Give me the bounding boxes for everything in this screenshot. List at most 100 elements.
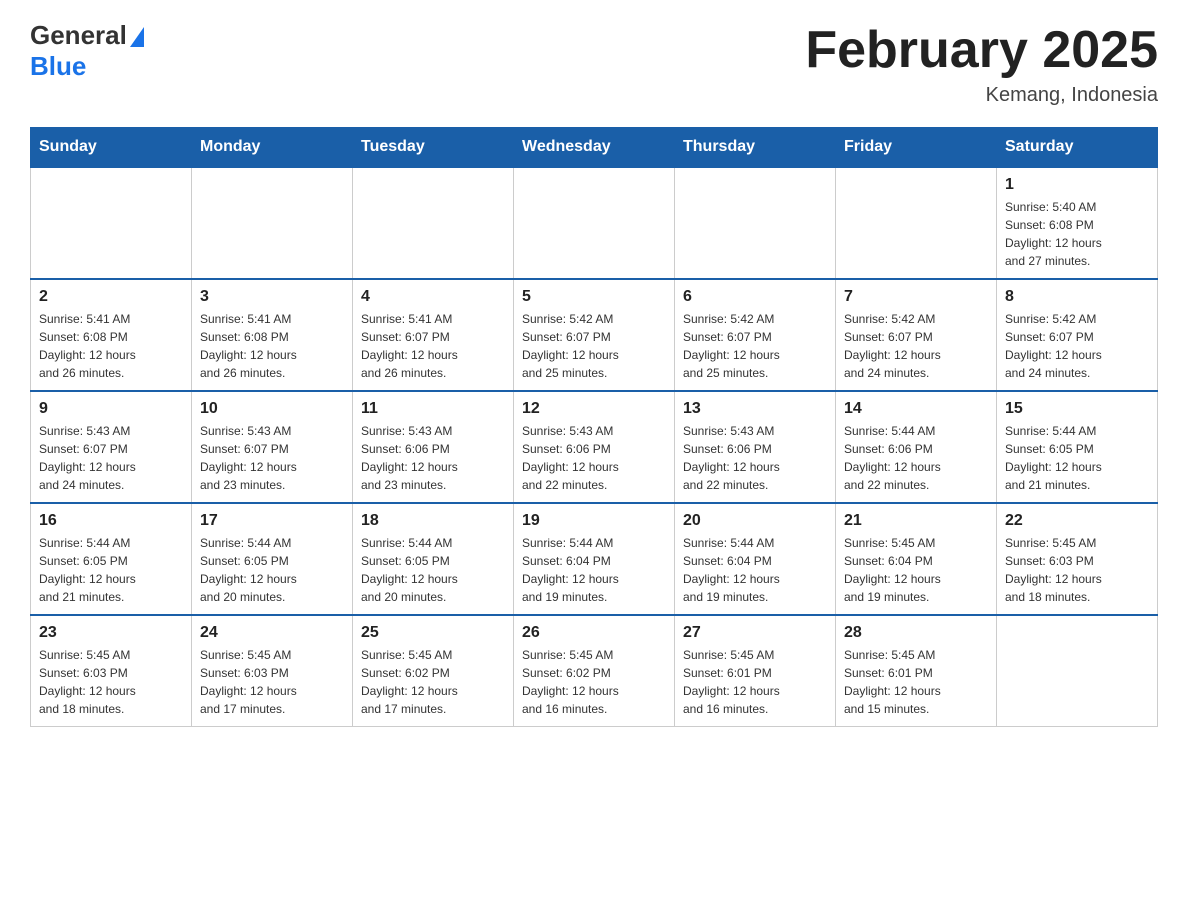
location-text: Kemang, Indonesia [805, 84, 1158, 107]
day-info: Sunrise: 5:42 AM Sunset: 6:07 PM Dayligh… [683, 310, 827, 382]
title-section: February 2025 Kemang, Indonesia [805, 20, 1158, 107]
calendar-header-row: SundayMondayTuesdayWednesdayThursdayFrid… [31, 128, 1158, 168]
day-number: 9 [39, 400, 183, 418]
calendar-week-2: 2 Sunrise: 5:41 AM Sunset: 6:08 PM Daylig… [31, 279, 1158, 391]
logo-arrow-icon [130, 27, 144, 47]
day-info: Sunrise: 5:45 AM Sunset: 6:01 PM Dayligh… [844, 646, 988, 718]
day-info: Sunrise: 5:45 AM Sunset: 6:03 PM Dayligh… [200, 646, 344, 718]
calendar-week-5: 23Sunrise: 5:45 AM Sunset: 6:03 PM Dayli… [31, 615, 1158, 727]
calendar-header-monday: Monday [192, 128, 353, 168]
calendar-cell: 13 Sunrise: 5:43 AM Sunset: 6:06 PM Dayli… [675, 391, 836, 503]
day-info: Sunrise: 5:41 AM Sunset: 6:08 PM Dayligh… [200, 310, 344, 382]
calendar-week-4: 16 Sunrise: 5:44 AM Sunset: 6:05 PM Dayli… [31, 503, 1158, 615]
calendar-cell: 18 Sunrise: 5:44 AM Sunset: 6:05 PM Dayli… [353, 503, 514, 615]
calendar-cell: 15 Sunrise: 5:44 AM Sunset: 6:05 PM Dayli… [997, 391, 1158, 503]
day-number: 22 [1005, 512, 1149, 530]
day-info: Sunrise: 5:43 AM Sunset: 6:06 PM Dayligh… [522, 422, 666, 494]
calendar-cell: 9 Sunrise: 5:43 AM Sunset: 6:07 PM Daylig… [31, 391, 192, 503]
day-number: 6 [683, 288, 827, 306]
calendar-cell [997, 615, 1158, 727]
day-info: Sunrise: 5:45 AM Sunset: 6:02 PM Dayligh… [361, 646, 505, 718]
day-number: 11 [361, 400, 505, 418]
day-number: 24 [200, 624, 344, 642]
calendar-cell: 25Sunrise: 5:45 AM Sunset: 6:02 PM Dayli… [353, 615, 514, 727]
day-number: 2 [39, 288, 183, 306]
day-info: Sunrise: 5:43 AM Sunset: 6:07 PM Dayligh… [200, 422, 344, 494]
day-number: 14 [844, 400, 988, 418]
day-number: 17 [200, 512, 344, 530]
day-number: 7 [844, 288, 988, 306]
day-info: Sunrise: 5:42 AM Sunset: 6:07 PM Dayligh… [1005, 310, 1149, 382]
calendar-cell: 16 Sunrise: 5:44 AM Sunset: 6:05 PM Dayli… [31, 503, 192, 615]
day-info: Sunrise: 5:42 AM Sunset: 6:07 PM Dayligh… [522, 310, 666, 382]
calendar-cell: 20 Sunrise: 5:44 AM Sunset: 6:04 PM Dayli… [675, 503, 836, 615]
day-info: Sunrise: 5:45 AM Sunset: 6:03 PM Dayligh… [1005, 534, 1149, 606]
day-number: 3 [200, 288, 344, 306]
day-number: 13 [683, 400, 827, 418]
calendar-cell: 19 Sunrise: 5:44 AM Sunset: 6:04 PM Dayli… [514, 503, 675, 615]
day-number: 19 [522, 512, 666, 530]
calendar-cell: 4 Sunrise: 5:41 AM Sunset: 6:07 PM Daylig… [353, 279, 514, 391]
day-number: 16 [39, 512, 183, 530]
calendar-cell [675, 167, 836, 279]
day-info: Sunrise: 5:43 AM Sunset: 6:06 PM Dayligh… [683, 422, 827, 494]
calendar-week-3: 9 Sunrise: 5:43 AM Sunset: 6:07 PM Daylig… [31, 391, 1158, 503]
calendar-header-thursday: Thursday [675, 128, 836, 168]
calendar-cell: 14 Sunrise: 5:44 AM Sunset: 6:06 PM Dayli… [836, 391, 997, 503]
month-title: February 2025 [805, 20, 1158, 80]
calendar-cell: 24 Sunrise: 5:45 AM Sunset: 6:03 PM Dayli… [192, 615, 353, 727]
calendar-cell: 23Sunrise: 5:45 AM Sunset: 6:03 PM Dayli… [31, 615, 192, 727]
day-number: 26 [522, 624, 666, 642]
day-info: Sunrise: 5:44 AM Sunset: 6:04 PM Dayligh… [683, 534, 827, 606]
calendar-week-1: 1Sunrise: 5:40 AM Sunset: 6:08 PM Daylig… [31, 167, 1158, 279]
header: General Blue February 2025 Kemang, Indon… [30, 20, 1158, 107]
calendar-header-friday: Friday [836, 128, 997, 168]
day-info: Sunrise: 5:41 AM Sunset: 6:08 PM Dayligh… [39, 310, 183, 382]
calendar-cell [31, 167, 192, 279]
day-info: Sunrise: 5:44 AM Sunset: 6:06 PM Dayligh… [844, 422, 988, 494]
calendar-cell: 22 Sunrise: 5:45 AM Sunset: 6:03 PM Dayli… [997, 503, 1158, 615]
calendar-header-tuesday: Tuesday [353, 128, 514, 168]
calendar-header-saturday: Saturday [997, 128, 1158, 168]
calendar-cell: 5Sunrise: 5:42 AM Sunset: 6:07 PM Daylig… [514, 279, 675, 391]
calendar-cell: 11 Sunrise: 5:43 AM Sunset: 6:06 PM Dayli… [353, 391, 514, 503]
calendar-cell: 27Sunrise: 5:45 AM Sunset: 6:01 PM Dayli… [675, 615, 836, 727]
day-info: Sunrise: 5:43 AM Sunset: 6:06 PM Dayligh… [361, 422, 505, 494]
day-number: 20 [683, 512, 827, 530]
day-number: 10 [200, 400, 344, 418]
calendar-cell: 6 Sunrise: 5:42 AM Sunset: 6:07 PM Daylig… [675, 279, 836, 391]
calendar-cell: 8 Sunrise: 5:42 AM Sunset: 6:07 PM Daylig… [997, 279, 1158, 391]
calendar-cell: 10 Sunrise: 5:43 AM Sunset: 6:07 PM Dayli… [192, 391, 353, 503]
calendar-table: SundayMondayTuesdayWednesdayThursdayFrid… [30, 127, 1158, 727]
calendar-cell: 12 Sunrise: 5:43 AM Sunset: 6:06 PM Dayli… [514, 391, 675, 503]
calendar-cell [514, 167, 675, 279]
day-info: Sunrise: 5:44 AM Sunset: 6:05 PM Dayligh… [200, 534, 344, 606]
day-number: 27 [683, 624, 827, 642]
day-info: Sunrise: 5:45 AM Sunset: 6:04 PM Dayligh… [844, 534, 988, 606]
day-info: Sunrise: 5:44 AM Sunset: 6:05 PM Dayligh… [1005, 422, 1149, 494]
day-number: 21 [844, 512, 988, 530]
calendar-cell [192, 167, 353, 279]
day-number: 28 [844, 624, 988, 642]
day-number: 15 [1005, 400, 1149, 418]
logo: General Blue [30, 20, 144, 82]
calendar-cell: 1Sunrise: 5:40 AM Sunset: 6:08 PM Daylig… [997, 167, 1158, 279]
calendar-cell: 17 Sunrise: 5:44 AM Sunset: 6:05 PM Dayli… [192, 503, 353, 615]
calendar-cell [836, 167, 997, 279]
calendar-cell: 21 Sunrise: 5:45 AM Sunset: 6:04 PM Dayli… [836, 503, 997, 615]
day-number: 12 [522, 400, 666, 418]
day-info: Sunrise: 5:42 AM Sunset: 6:07 PM Dayligh… [844, 310, 988, 382]
day-info: Sunrise: 5:40 AM Sunset: 6:08 PM Dayligh… [1005, 198, 1149, 270]
day-info: Sunrise: 5:45 AM Sunset: 6:02 PM Dayligh… [522, 646, 666, 718]
day-info: Sunrise: 5:41 AM Sunset: 6:07 PM Dayligh… [361, 310, 505, 382]
day-number: 4 [361, 288, 505, 306]
day-info: Sunrise: 5:43 AM Sunset: 6:07 PM Dayligh… [39, 422, 183, 494]
day-info: Sunrise: 5:44 AM Sunset: 6:05 PM Dayligh… [361, 534, 505, 606]
day-number: 18 [361, 512, 505, 530]
day-info: Sunrise: 5:44 AM Sunset: 6:04 PM Dayligh… [522, 534, 666, 606]
day-info: Sunrise: 5:44 AM Sunset: 6:05 PM Dayligh… [39, 534, 183, 606]
day-number: 8 [1005, 288, 1149, 306]
calendar-cell: 28 Sunrise: 5:45 AM Sunset: 6:01 PM Dayli… [836, 615, 997, 727]
calendar-header-sunday: Sunday [31, 128, 192, 168]
logo-general-text: General [30, 20, 127, 51]
